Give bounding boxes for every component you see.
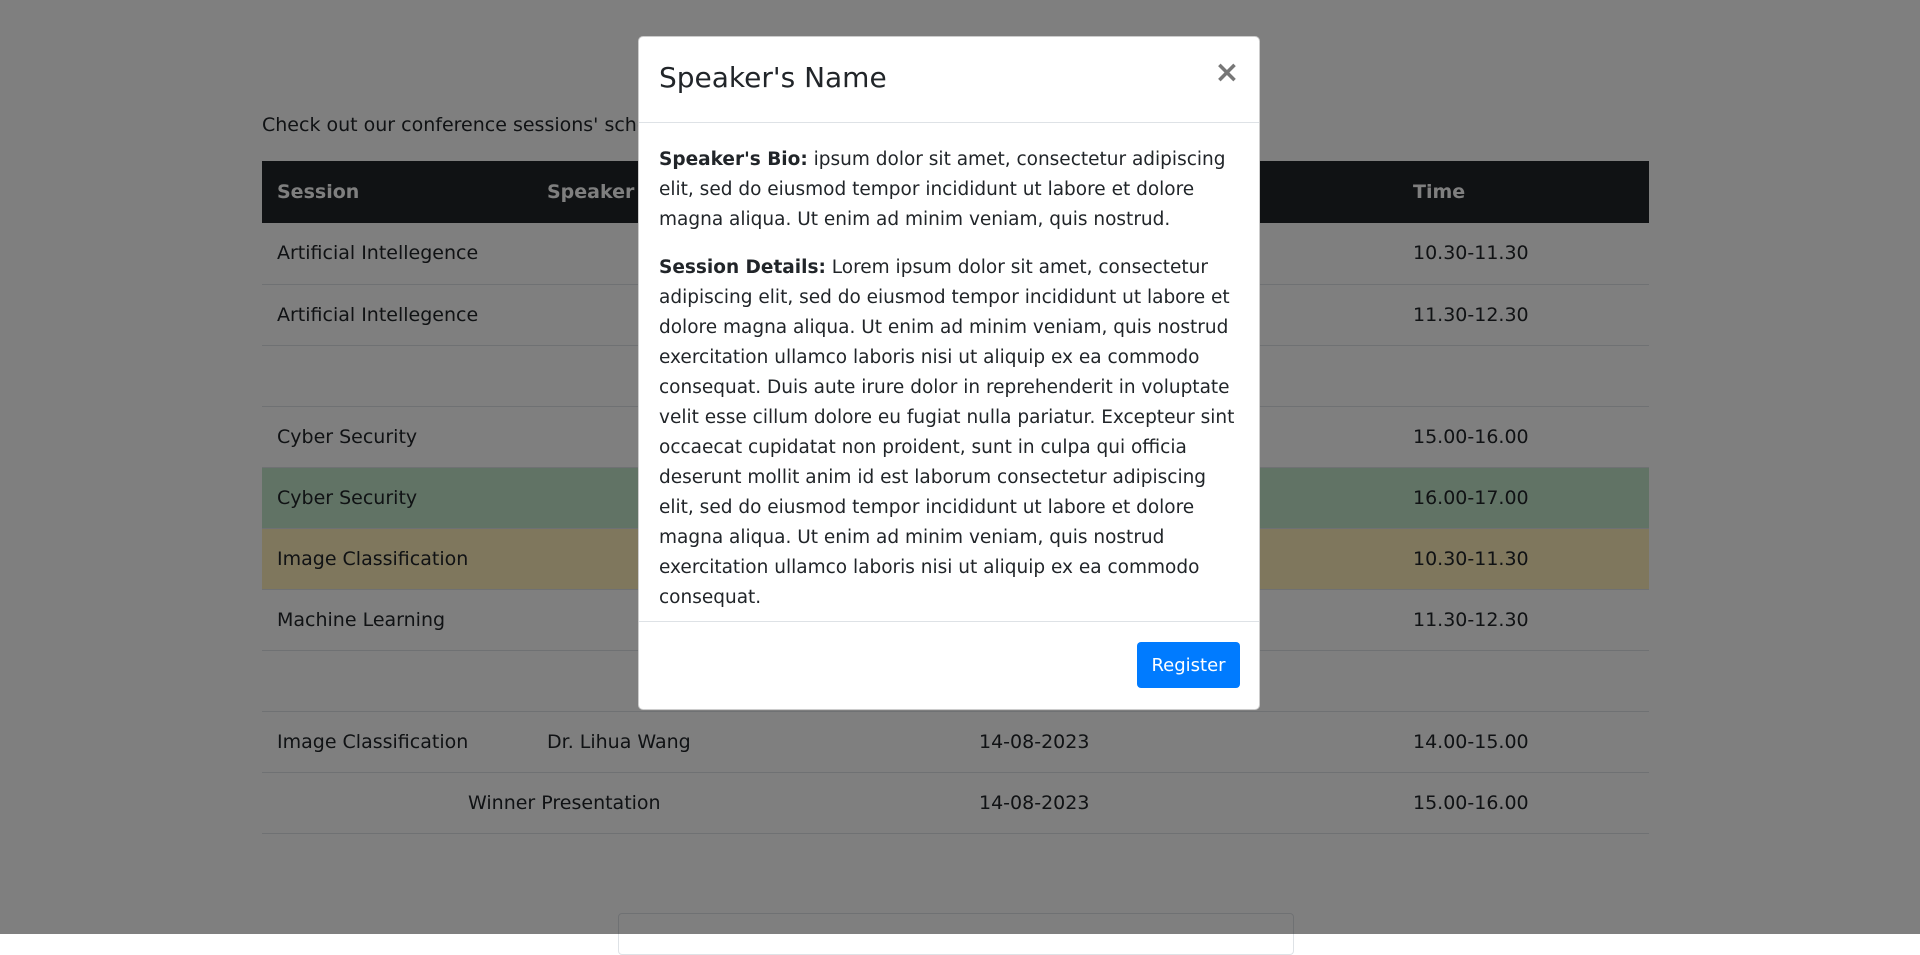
close-icon[interactable]: ×: [1213, 58, 1241, 88]
modal-title: Speaker's Name: [659, 61, 887, 94]
speaker-modal: Speaker's Name × Speaker's Bio: ipsum do…: [638, 36, 1260, 710]
session-details-label: Session Details:: [659, 257, 826, 278]
speaker-bio-label: Speaker's Bio:: [659, 149, 808, 170]
modal-header: Speaker's Name ×: [639, 37, 1259, 123]
session-details: Session Details: Lorem ipsum dolor sit a…: [659, 253, 1239, 613]
session-details-text: Lorem ipsum dolor sit amet, consectetur …: [659, 257, 1235, 608]
speaker-bio: Speaker's Bio: ipsum dolor sit amet, con…: [659, 145, 1239, 235]
register-button[interactable]: Register: [1137, 642, 1240, 688]
modal-body: Speaker's Bio: ipsum dolor sit amet, con…: [639, 123, 1259, 613]
modal-footer: Register: [639, 621, 1259, 709]
